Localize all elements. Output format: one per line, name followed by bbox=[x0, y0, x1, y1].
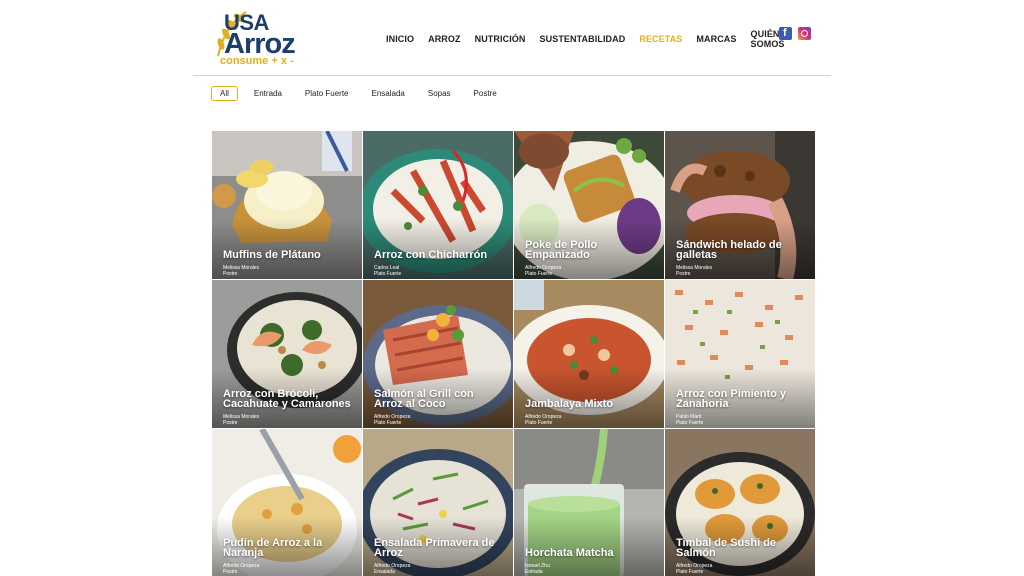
recipe-meta: Alfredo Oropeza Plato Fuerte bbox=[525, 265, 561, 277]
recipe-card[interactable]: Pudín de Arroz a la Naranja Alfredo Orop… bbox=[212, 429, 362, 576]
recipe-meta: Alfredo Oropeza Plato Fuerte bbox=[374, 414, 410, 426]
recipe-category: Entrada bbox=[525, 569, 543, 575]
usa-arroz-logo[interactable]: USA Arroz consume + x - bbox=[210, 6, 300, 70]
filter-postre[interactable]: Postre bbox=[474, 87, 497, 100]
recipe-title: Ensalada Primavera de Arroz bbox=[374, 537, 495, 559]
recipe-filter-bar: All Entrada Plato Fuerte Ensalada Sopas … bbox=[211, 86, 520, 101]
recipe-category: Plato Fuerte bbox=[525, 271, 553, 277]
recipe-card[interactable]: Salmón al Grill con Arroz al Coco Alfred… bbox=[363, 280, 513, 428]
recipe-title: Salmón al Grill con Arroz al Coco bbox=[374, 388, 474, 410]
site-header: USA Arroz consume + x - INICIO ARROZ NUT… bbox=[193, 0, 831, 76]
recipe-card[interactable]: Jambalaya Mixto Alfredo Oropeza Plato Fue… bbox=[514, 280, 664, 428]
filter-ensalada[interactable]: Ensalada bbox=[372, 87, 405, 100]
recipe-category: Plato Fuerte bbox=[525, 420, 553, 426]
recipe-title: Jambalaya Mixto bbox=[525, 398, 614, 410]
recipe-title: Horchata Matcha bbox=[525, 547, 614, 559]
recipe-category: Postre bbox=[223, 569, 238, 575]
nav-item-arroz[interactable]: ARROZ bbox=[428, 34, 461, 44]
recipe-title: Arroz con Chicharrón bbox=[374, 249, 488, 261]
recipe-meta: Alfredo Oropeza Ensalada bbox=[374, 563, 410, 575]
recipe-meta: Alfredo Oropeza Postre bbox=[223, 563, 259, 575]
recipe-card[interactable]: Arroz con Pimiento y Zanahoria Pablo Mar… bbox=[665, 280, 815, 428]
recipe-title: Sándwich helado de galletas bbox=[676, 239, 782, 261]
recipe-card[interactable]: Poke de Pollo Empanizado Alfredo Oropeza… bbox=[514, 131, 664, 279]
recipe-meta: Carlos Leal Plato Fuerte bbox=[374, 265, 401, 277]
recipe-card[interactable]: Muffins de Plátano Melissa Morales Postre bbox=[212, 131, 362, 279]
filter-all[interactable]: All bbox=[211, 86, 238, 101]
recipe-meta: Melissa Morales Postre bbox=[676, 265, 712, 277]
recipe-category: Postre bbox=[676, 271, 691, 277]
main-nav: INICIO ARROZ NUTRICIÓN SUSTENTABILIDAD R… bbox=[386, 29, 831, 49]
nav-item-recetas[interactable]: RECETAS bbox=[639, 34, 682, 44]
recipe-category: Plato Fuerte bbox=[374, 420, 402, 426]
nav-item-nutricion[interactable]: NUTRICIÓN bbox=[475, 34, 526, 44]
recipe-card[interactable]: Ensalada Primavera de Arroz Alfredo Orop… bbox=[363, 429, 513, 576]
nav-item-inicio[interactable]: INICIO bbox=[386, 34, 414, 44]
recipe-meta: Pablo Martí Plato Fuerte bbox=[676, 414, 703, 426]
recipe-title: Timbal de Sushi de Salmón bbox=[676, 537, 777, 559]
recipe-card[interactable]: Sándwich helado de galletas Melissa Mora… bbox=[665, 131, 815, 279]
recipe-category: Postre bbox=[223, 420, 238, 426]
filter-plato-fuerte[interactable]: Plato Fuerte bbox=[305, 87, 349, 100]
instagram-icon[interactable] bbox=[798, 27, 811, 40]
recipe-card[interactable]: Arroz con Chicharrón Carlos Leal Plato Fu… bbox=[363, 131, 513, 279]
recipe-category: Ensalada bbox=[374, 569, 395, 575]
recipe-title: Poke de Pollo Empanizado bbox=[525, 239, 598, 261]
recipe-meta: Ismael Zhu Entrada bbox=[525, 563, 550, 575]
page: USA Arroz consume + x - INICIO ARROZ NUT… bbox=[0, 0, 1024, 576]
filter-sopas[interactable]: Sopas bbox=[428, 87, 451, 100]
filter-entrada[interactable]: Entrada bbox=[254, 87, 282, 100]
recipe-title: Arroz con Pimiento y Zanahoria bbox=[676, 388, 787, 410]
recipe-meta: Alfredo Oropeza Plato Fuerte bbox=[676, 563, 712, 575]
recipe-category: Plato Fuerte bbox=[676, 569, 704, 575]
social-links bbox=[779, 27, 811, 40]
recipe-title: Pudín de Arroz a la Naranja bbox=[223, 537, 323, 559]
recipe-meta: Melissa Morales Postre bbox=[223, 265, 259, 277]
recipe-card[interactable]: Timbal de Sushi de Salmón Alfredo Oropez… bbox=[665, 429, 815, 576]
facebook-icon[interactable] bbox=[779, 27, 792, 40]
recipe-category: Plato Fuerte bbox=[374, 271, 402, 277]
recipe-meta: Alfredo Oropeza Plato Fuerte bbox=[525, 414, 561, 426]
nav-item-sustentabilidad[interactable]: SUSTENTABILIDAD bbox=[540, 34, 626, 44]
recipe-category: Plato Fuerte bbox=[676, 420, 704, 426]
recipe-grid: Muffins de Plátano Melissa Morales Postre… bbox=[212, 131, 815, 576]
recipe-meta: Melissa Morales Postre bbox=[223, 414, 259, 426]
recipe-card[interactable]: Horchata Matcha Ismael Zhu Entrada bbox=[514, 429, 664, 576]
logo-tagline: consume + x - bbox=[220, 55, 294, 67]
recipe-title: Arroz con Brócoli, Cacahuate y Camarones bbox=[223, 388, 351, 410]
recipe-card[interactable]: Arroz con Brócoli, Cacahuate y Camarones… bbox=[212, 280, 362, 428]
recipe-title: Muffins de Plátano bbox=[223, 249, 321, 261]
nav-item-marcas[interactable]: MARCAS bbox=[696, 34, 736, 44]
recipe-category: Postre bbox=[223, 271, 238, 277]
